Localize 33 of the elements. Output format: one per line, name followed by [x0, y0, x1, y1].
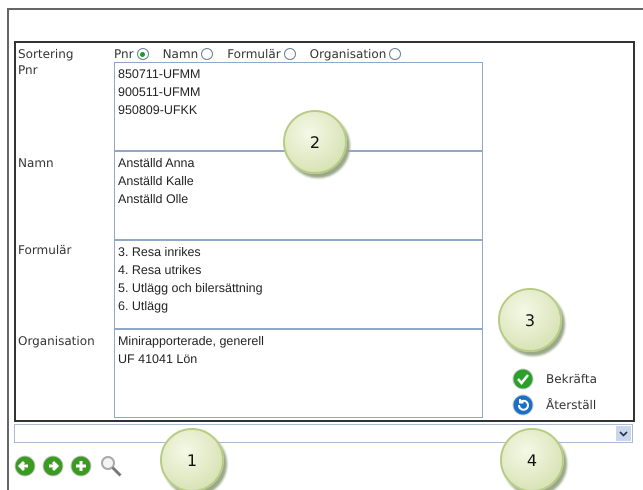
list-item[interactable]: 6. Utlägg: [118, 297, 479, 315]
list-item[interactable]: Anställd Olle: [118, 190, 479, 208]
action-button[interactable]: Bekräfta: [512, 368, 633, 390]
radio-button[interactable]: [389, 48, 402, 60]
undo-icon: [512, 394, 534, 416]
radio-label: Formulär: [227, 47, 281, 61]
add-icon[interactable]: [70, 455, 92, 477]
radio-button[interactable]: [201, 48, 214, 60]
field-label: Formulär: [18, 242, 72, 259]
list-item[interactable]: Anställd Kalle: [118, 172, 479, 190]
list-item[interactable]: 900511-UFMM: [118, 83, 479, 101]
radio-label: Pnr: [114, 47, 134, 61]
list-item[interactable]: 5. Utlägg och bilersättning: [118, 279, 479, 297]
list-box[interactable]: Anställd Anna Anställd Kalle Anställd Olle: [114, 151, 483, 240]
radio-button[interactable]: [136, 48, 149, 60]
radio-label: Organisation: [310, 47, 386, 61]
radio-button[interactable]: [284, 48, 296, 60]
list-item[interactable]: 850711-UFMM: [118, 65, 479, 83]
list-item[interactable]: UF 41041 Lön: [118, 350, 479, 368]
field-label: Namn: [18, 155, 55, 172]
sort-label: Sortering: [18, 47, 74, 61]
field-label: Organisation: [18, 333, 96, 350]
search-icon[interactable]: [98, 453, 124, 479]
list-item[interactable]: 4. Resa utrikes: [118, 261, 479, 279]
radio-label: Namn: [162, 47, 198, 61]
chevron-icon: [619, 430, 628, 436]
list-box[interactable]: 3. Resa inrikes 4. Resa utrikes 5. Utlägg och bilersättning 6. Utlägg: [114, 240, 483, 329]
check-icon: [512, 368, 534, 390]
list-item[interactable]: Minirapporterade, generell: [118, 332, 479, 350]
action-button[interactable]: Återställ: [512, 394, 633, 416]
list-box[interactable]: Minirapporterade, generell UF 41041 Lön: [114, 329, 483, 418]
field-label: Pnr: [18, 63, 39, 79]
list-item[interactable]: 3. Resa inrikes: [118, 243, 479, 261]
